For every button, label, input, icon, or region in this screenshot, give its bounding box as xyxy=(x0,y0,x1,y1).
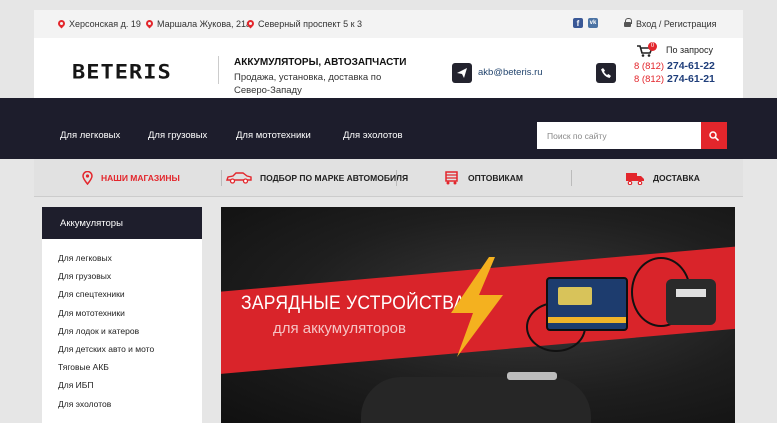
quick-link-label: ДОСТАВКА xyxy=(653,173,700,183)
email-link[interactable]: akb@beteris.ru xyxy=(478,67,543,78)
sidebar-title[interactable]: Аккумуляторы xyxy=(42,207,202,239)
address-2[interactable]: Маршала Жукова, 21а xyxy=(146,19,251,29)
lightning-bolt-icon xyxy=(451,257,503,357)
map-pin-icon xyxy=(247,20,254,29)
phone-number-2[interactable]: 8 (812) 274-61-21 xyxy=(634,73,715,85)
sidebar-item[interactable]: Тяговые АКБ xyxy=(42,362,202,380)
search-icon xyxy=(709,130,719,141)
sidebar-item[interactable]: Для спецтехники xyxy=(42,289,202,307)
sidebar-item[interactable]: Для легковых xyxy=(42,253,202,271)
search-input[interactable] xyxy=(537,122,701,149)
logo[interactable]: BETERIS xyxy=(72,61,172,84)
send-icon xyxy=(452,63,472,83)
quick-divider xyxy=(571,170,572,186)
quick-divider xyxy=(221,170,222,186)
sidebar-item[interactable]: Для грузовых xyxy=(42,271,202,289)
phone-prefix: 8 (812) xyxy=(634,74,665,85)
car-icon xyxy=(226,172,252,184)
banner-car-graphic xyxy=(361,377,591,423)
tagline-title: АККУМУЛЯТОРЫ, АВТОЗАПЧАСТИ xyxy=(234,57,407,68)
address-1[interactable]: Херсонская д. 19 xyxy=(58,19,141,29)
nav-item-cars[interactable]: Для легковых xyxy=(60,130,120,141)
phone-icon xyxy=(596,63,616,83)
sidebar-list: Для легковых Для грузовых Для спецтехник… xyxy=(42,239,202,417)
quick-link-label: НАШИ МАГАЗИНЫ xyxy=(101,173,180,183)
phone-prefix: 8 (812) xyxy=(634,61,665,72)
login-link[interactable]: Вход / Регистрация xyxy=(636,19,716,29)
phone-digits: 274-61-21 xyxy=(667,73,715,85)
quick-link-label: ПОДБОР ПО МАРКЕ АВТОМОБИЛЯ xyxy=(260,173,409,183)
header-divider xyxy=(218,56,219,84)
sidebar-item[interactable]: Для мототехники xyxy=(42,308,202,326)
nav-item-moto[interactable]: Для мототехники xyxy=(236,130,311,141)
top-bar: Херсонская д. 19 Маршала Жукова, 21а Сев… xyxy=(34,10,743,38)
vk-icon[interactable]: vk xyxy=(588,18,598,28)
nav-item-trucks[interactable]: Для грузовых xyxy=(148,130,207,141)
nav-item-echo[interactable]: Для эхолотов xyxy=(343,130,403,141)
quick-divider xyxy=(396,170,397,186)
cart-label[interactable]: По запросу xyxy=(666,45,713,55)
phone-number-1[interactable]: 8 (812) 274-61-22 xyxy=(634,60,715,72)
sidebar-item[interactable]: Для детских авто и мото xyxy=(42,344,202,362)
lock-icon xyxy=(624,18,632,27)
search-button[interactable] xyxy=(701,122,727,149)
tagline-subtitle: Продажа, установка, доставка по Северо-З… xyxy=(234,72,382,96)
quick-link-stores[interactable]: НАШИ МАГАЗИНЫ xyxy=(82,159,180,197)
quick-link-label: ОПТОВИКАМ xyxy=(468,173,523,183)
main-nav: Для легковых Для грузовых Для мототехник… xyxy=(34,98,743,159)
phone-digits: 274-61-22 xyxy=(667,60,715,72)
category-sidebar: Аккумуляторы Для легковых Для грузовых Д… xyxy=(42,207,202,423)
charger-product-image xyxy=(666,279,716,325)
quick-link-delivery[interactable]: ДОСТАВКА xyxy=(625,159,700,197)
sidebar-item[interactable]: Для ИБП xyxy=(42,380,202,398)
map-pin-icon xyxy=(146,20,153,29)
quick-link-car-picker[interactable]: ПОДБОР ПО МАРКЕ АВТОМОБИЛЯ xyxy=(226,159,408,197)
facebook-icon[interactable]: f xyxy=(573,18,583,28)
address-text: Северный проспект 5 к 3 xyxy=(258,19,363,29)
address-text: Маршала Жукова, 21а xyxy=(157,19,252,29)
map-pin-icon xyxy=(82,171,93,185)
banner-car-light xyxy=(507,372,557,380)
charger-product-image xyxy=(546,277,628,331)
map-pin-icon xyxy=(58,20,65,29)
truck-icon xyxy=(626,172,644,185)
address-3[interactable]: Северный проспект 5 к 3 xyxy=(247,19,362,29)
address-text: Херсонская д. 19 xyxy=(69,19,141,29)
promo-banner[interactable]: ЗАРЯДНЫЕ УСТРОЙСТВА для аккумуляторов xyxy=(221,207,735,423)
banner-subtitle: для аккумуляторов xyxy=(273,320,406,337)
quick-links-bar: НАШИ МАГАЗИНЫ ПОДБОР ПО МАРКЕ АВТОМОБИЛЯ… xyxy=(34,159,743,197)
quick-link-wholesale[interactable]: ОПТОВИКАМ xyxy=(444,159,523,197)
header: BETERIS АККУМУЛЯТОРЫ, АВТОЗАПЧАСТИ Прода… xyxy=(34,38,743,98)
cart-count-badge: 0 xyxy=(648,42,657,51)
sidebar-item[interactable]: Для эхолотов xyxy=(42,399,202,417)
cart-icon xyxy=(445,171,458,185)
banner-title: ЗАРЯДНЫЕ УСТРОЙСТВА xyxy=(241,293,466,314)
sidebar-item[interactable]: Для лодок и катеров xyxy=(42,326,202,344)
